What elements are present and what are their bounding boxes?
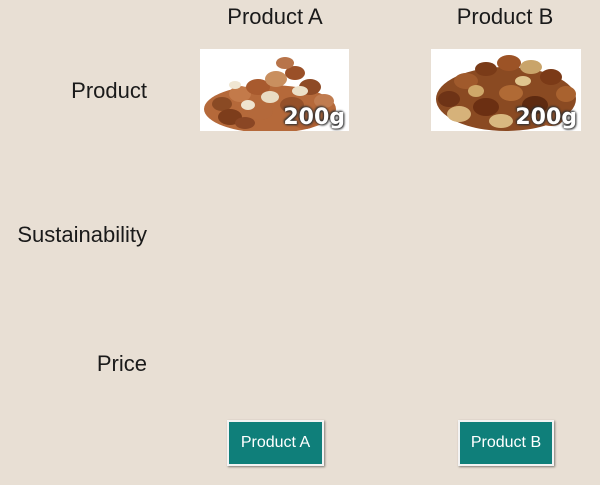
price-row-label: Price: [96, 351, 147, 376]
product-b-image: 200g: [431, 49, 581, 131]
sustainability-row-label: Sustainability: [17, 222, 147, 247]
product-row-label: Product: [71, 78, 147, 103]
product-b-header: Product B: [456, 4, 554, 29]
choose-product-b-button[interactable]: Product B: [458, 420, 554, 466]
product-a-image: 200g: [200, 49, 349, 131]
product-b-weight-label: 200g: [515, 105, 577, 130]
product-a-weight-label: 200g: [283, 105, 345, 130]
choose-product-a-button[interactable]: Product A: [227, 420, 324, 466]
product-a-header: Product A: [227, 4, 323, 29]
